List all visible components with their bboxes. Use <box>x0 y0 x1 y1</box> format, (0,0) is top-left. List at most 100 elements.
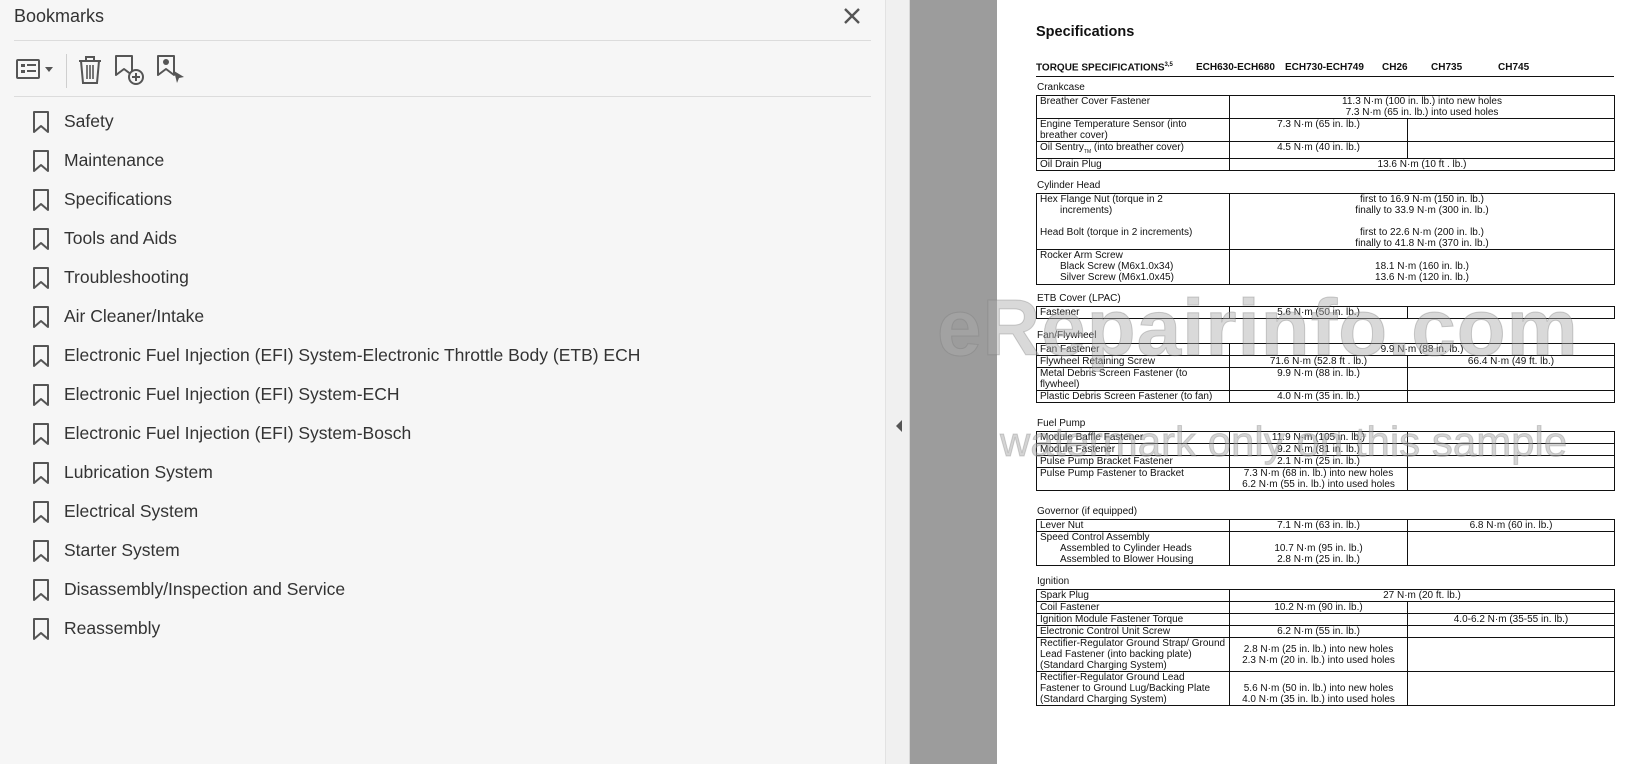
row-label: Rocker Arm Screw Black Screw (M6x1.0x34) S… <box>1036 249 1230 285</box>
bookmark-item[interactable]: Tools and Aids <box>32 219 640 258</box>
table-row: Hex Flange Nut (torque in 2 increments) He… <box>1036 193 1615 250</box>
bookmark-icon <box>32 149 50 173</box>
bookmark-item[interactable]: Reassembly <box>32 609 640 648</box>
bookmark-item[interactable]: Electronic Fuel Injection (EFI) System-E… <box>32 336 640 375</box>
row-label: Rectifier-Regulator Ground Strap/ Ground… <box>1036 637 1230 672</box>
bookmark-item[interactable]: Air Cleaner/Intake <box>32 297 640 336</box>
row-value: 13.6 N·m (10 ft . lb.) <box>1229 158 1615 171</box>
table-row: Pulse Pump Bracket Fastener 2.1 N·m (25 … <box>1036 455 1615 468</box>
empty-cell <box>1407 141 1615 159</box>
table-row: Pulse Pump Fastener to Bracket 7.3 N·m (… <box>1036 467 1615 491</box>
header-col-ch745: CH745 <box>1498 62 1530 73</box>
bookmark-item[interactable]: Electrical System <box>32 492 640 531</box>
fuel-pump-table: Module Baffle Fastener 11.9 N·m (105 in.… <box>1036 431 1615 491</box>
row-label: Plastic Debris Screen Fastener (to fan) <box>1036 390 1230 403</box>
table-row: Metal Debris Screen Fastener (to flywhee… <box>1036 367 1615 391</box>
row-value: 2.8 N·m (25 in. lb.) into new holes 2.3 N… <box>1229 637 1408 672</box>
row-value: 7.3 N·m (65 in. lb.) <box>1229 118 1408 142</box>
table-row: Flywheel Retaining Screw 71.6 N·m (52.8 … <box>1036 355 1615 368</box>
table-row: Speed Control Assembly Assembled to Cylin… <box>1036 531 1615 566</box>
row-label: Oil Drain Plug <box>1036 158 1230 171</box>
bookmark-icon <box>32 344 50 368</box>
row-label: Fan Fastener <box>1036 343 1230 356</box>
bookmark-item[interactable]: Specifications <box>32 180 640 219</box>
bookmark-icon <box>32 500 50 524</box>
bookmark-label: Reassembly <box>64 618 161 638</box>
bookmark-label: Electronic Fuel Injection (EFI) System-E… <box>64 384 400 404</box>
table-row: Breather Cover Fastener 11.3 N·m (100 in… <box>1036 95 1615 119</box>
row-value: 6.8 N·m (60 in. lb.) <box>1407 519 1615 532</box>
table-row: Module Fastener 9.2 N·m (81 in. lb.) <box>1036 443 1615 456</box>
bookmark-label: Electrical System <box>64 501 199 521</box>
trash-icon[interactable] <box>74 50 106 90</box>
close-icon[interactable] <box>836 2 866 32</box>
row-value: 2.1 N·m (25 in. lb.) <box>1229 455 1408 468</box>
bookmark-list: Safety Maintenance Specifications Tools and… <box>32 102 640 648</box>
fan-flywheel-table: Fan Fastener 9.9 N·m (88 in. lb.) Flywhe… <box>1036 343 1615 403</box>
divider <box>14 40 871 41</box>
header-rule <box>1036 76 1614 77</box>
bookmarks-panel: Bookmarks Safety Maintenance Specificati… <box>0 0 886 764</box>
row-label: Spark Plug <box>1036 589 1230 602</box>
panel-title: Bookmarks <box>14 6 105 26</box>
row-label: Electronic Control Unit Screw <box>1036 625 1230 638</box>
row-label: Lever Nut <box>1036 519 1230 532</box>
bookmark-item[interactable]: Safety <box>32 102 640 141</box>
row-value: 4.5 N·m (40 in. lb.) <box>1229 141 1408 159</box>
bookmark-item[interactable]: Starter System <box>32 531 640 570</box>
bookmark-label: Safety <box>64 111 114 131</box>
bookmark-icon <box>32 383 50 407</box>
bookmark-item[interactable]: Disassembly/Inspection and Service <box>32 570 640 609</box>
empty-cell <box>1407 431 1615 444</box>
panel-splitter[interactable] <box>886 0 910 764</box>
bookmark-icon <box>32 461 50 485</box>
row-value: 7.1 N·m (63 in. lb.) <box>1229 519 1408 532</box>
governor-table: Lever Nut 7.1 N·m (63 in. lb.) 6.8 N·m (… <box>1036 519 1615 566</box>
crankcase-table: Breather Cover Fastener 11.3 N·m (100 in… <box>1036 95 1615 171</box>
bookmark-item[interactable]: Troubleshooting <box>32 258 640 297</box>
section-governor: Governor (if equipped) <box>1037 506 1138 517</box>
row-label: Engine Temperature Sensor (into breather… <box>1036 118 1230 142</box>
bookmark-item[interactable]: Lubrication System <box>32 453 640 492</box>
page-title: Specifications <box>1036 24 1135 40</box>
row-label: Module Baffle Fastener <box>1036 431 1230 444</box>
bookmark-item[interactable]: Electronic Fuel Injection (EFI) System-B… <box>32 414 640 453</box>
bookmark-item[interactable]: Maintenance <box>32 141 640 180</box>
row-value: 4.0-6.2 N·m (35-55 in. lb.) <box>1407 613 1615 626</box>
row-value: 11.9 N·m (105 in. lb.) <box>1229 431 1408 444</box>
table-row: Rectifier-Regulator Ground Lead Fastener… <box>1036 671 1615 706</box>
row-value: 6.2 N·m (55 in. lb.) <box>1229 625 1408 638</box>
section-ignition: Ignition <box>1037 576 1070 587</box>
row-label: Fastener <box>1036 306 1230 319</box>
row-value: 18.1 N·m (160 in. lb.) 13.6 N·m (120 in. … <box>1229 249 1615 285</box>
row-value: 27 N·m (20 ft. lb.) <box>1229 589 1615 602</box>
header-col-ech730: ECH730-ECH749 <box>1285 62 1364 73</box>
section-crankcase: Crankcase <box>1037 82 1085 93</box>
bookmark-label: Lubrication System <box>64 462 213 482</box>
section-cylinder-head: Cylinder Head <box>1037 180 1101 191</box>
table-row: Plastic Debris Screen Fastener (to fan) … <box>1036 390 1615 403</box>
bookmark-options-icon[interactable] <box>14 50 58 90</box>
row-label: Metal Debris Screen Fastener (to flywhee… <box>1036 367 1230 391</box>
bookmark-icon <box>32 305 50 329</box>
row-value: 10.7 N·m (95 in. lb.) 2.8 N·m (25 in. lb.… <box>1229 531 1408 566</box>
new-bookmark-icon[interactable] <box>112 50 146 90</box>
empty-cell <box>1407 671 1615 706</box>
row-value: 7.3 N·m (68 in. lb.) into new holes 6.2 N… <box>1229 467 1408 491</box>
table-row: Coil Fastener 10.2 N·m (90 in. lb.) <box>1036 601 1615 614</box>
bookmark-label: Electronic Fuel Injection (EFI) System-B… <box>64 423 412 443</box>
row-label: Pulse Pump Fastener to Bracket <box>1036 467 1230 491</box>
etb-table: Fastener 5.6 N·m (50 in. lb.) <box>1036 306 1615 319</box>
table-row: Spark Plug 27 N·m (20 ft. lb.) <box>1036 589 1615 602</box>
collapse-panel-icon[interactable] <box>894 418 904 434</box>
row-label: Module Fastener <box>1036 443 1230 456</box>
bookmark-item[interactable]: Electronic Fuel Injection (EFI) System-E… <box>32 375 640 414</box>
empty-cell <box>1407 601 1615 614</box>
find-current-bookmark-icon[interactable] <box>154 50 188 90</box>
bookmark-label: Maintenance <box>64 150 165 170</box>
bookmark-label: Disassembly/Inspection and Service <box>64 579 346 599</box>
row-value: 11.3 N·m (100 in. lb.) into new holes 7.3… <box>1229 95 1615 119</box>
table-row: Module Baffle Fastener 11.9 N·m (105 in.… <box>1036 431 1615 444</box>
bookmark-label: Electronic Fuel Injection (EFI) System-E… <box>64 345 641 365</box>
row-label: Flywheel Retaining Screw <box>1036 355 1230 368</box>
